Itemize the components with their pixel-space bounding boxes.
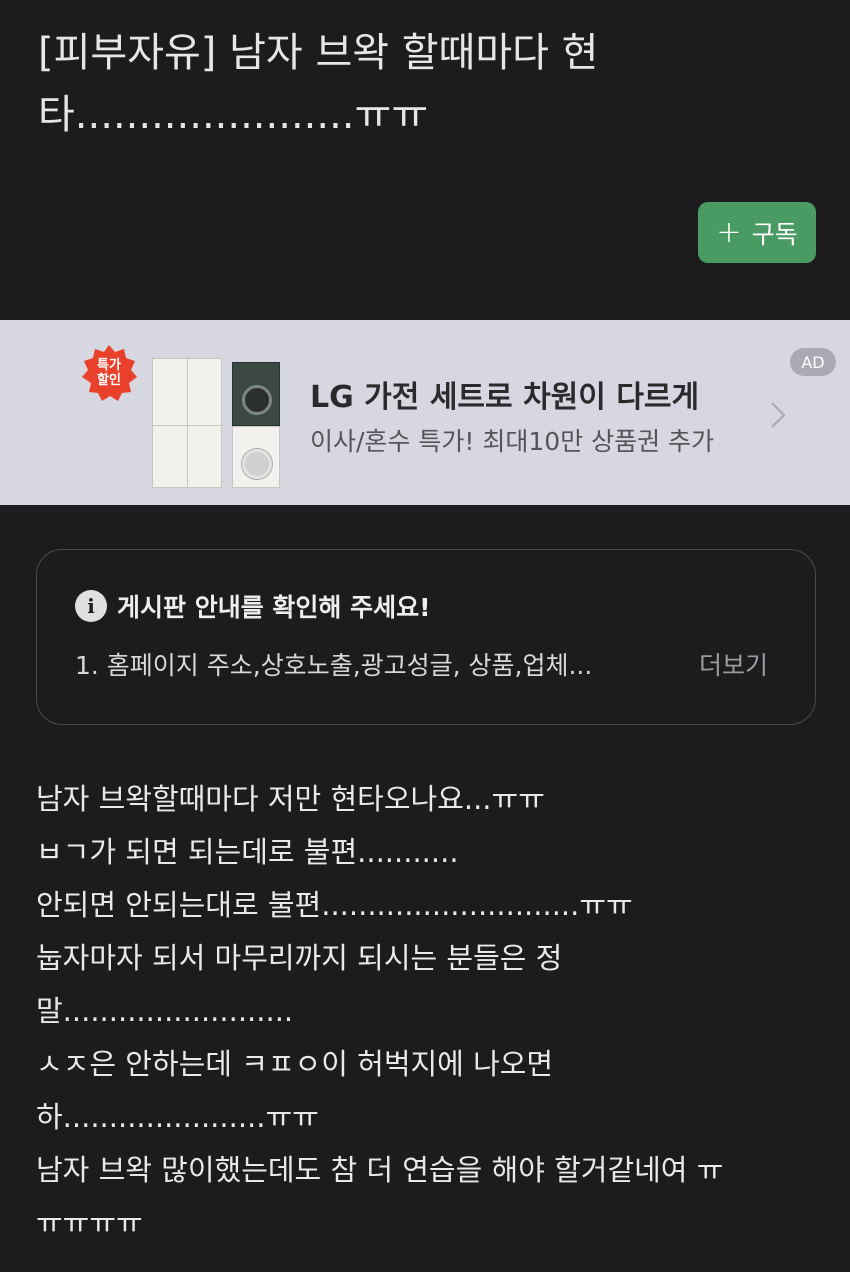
plus-icon: + xyxy=(716,214,742,250)
washer-dryer-image xyxy=(232,362,280,488)
subscribe-label: 구독 xyxy=(751,219,798,249)
content-line: 하......................ㅠㅠ xyxy=(36,1100,319,1134)
content-line: ㅠㅠㅠㅠ xyxy=(36,1206,143,1240)
sale-badge-icon: 특가 할인 xyxy=(80,344,138,402)
refrigerator-image xyxy=(152,358,223,489)
content-line: 남자 브왁 많이했는데도 참 더 연습을 해야 할거같네여 ㅠ xyxy=(36,1153,724,1187)
notice-body: 1. 홈페이지 주소,상호노출,광고성글, 상품,업체... xyxy=(75,651,593,680)
badge-line2: 할인 xyxy=(97,373,121,388)
product-image xyxy=(152,358,280,489)
post-title-line2: 타......................ㅠㅠ xyxy=(38,92,429,138)
badge-line1: 특가 xyxy=(97,358,121,373)
content-line: 말......................... xyxy=(36,994,294,1028)
post-content: 남자 브왁할때마다 저만 현타오나요...ㅠㅠ ㅂㄱ가 되면 되는데로 불편..… xyxy=(36,773,816,1250)
post-title-line1: [피부자유] 남자 브왁 할때마다 현 xyxy=(38,30,599,76)
ad-banner[interactable]: 특가 할인 LG 가전 세트로 차원이 다르게 이사/혼수 특가! 최대10만 … xyxy=(0,320,850,505)
post-header: [피부자유] 남자 브왁 할때마다 현 타...................… xyxy=(0,0,850,320)
content-line: 남자 브왁할때마다 저만 현타오나요...ㅠㅠ xyxy=(36,782,545,816)
content-line: ㅅㅈ은 안하는데 ㅋㅍㅇ이 허벅지에 나오면 xyxy=(36,1047,554,1081)
info-icon: i xyxy=(75,590,107,622)
content-line: 눕자마자 되서 마무리까지 되시는 분들은 정 xyxy=(36,941,563,975)
notice-title: 게시판 안내를 확인해 주세요! xyxy=(117,593,431,622)
board-notice: i 게시판 안내를 확인해 주세요! 1. 홈페이지 주소,상호노출,광고성글,… xyxy=(36,549,816,725)
ad-text: LG 가전 세트로 차원이 다르게 이사/혼수 특가! 최대10만 상품권 추가 xyxy=(310,378,714,462)
post-title: [피부자유] 남자 브왁 할때마다 현 타...................… xyxy=(38,22,778,146)
more-button[interactable]: 더보기 xyxy=(699,646,768,682)
chevron-right-icon[interactable] xyxy=(768,400,788,430)
subscribe-button[interactable]: + 구독 xyxy=(698,202,816,263)
ad-subtitle: 이사/혼수 특가! 최대10만 상품권 추가 xyxy=(310,427,715,456)
ad-title: LG 가전 세트로 차원이 다르게 xyxy=(310,380,700,415)
content-line: ㅂㄱ가 되면 되는데로 불편........... xyxy=(36,835,459,869)
ad-tag: AD xyxy=(790,348,836,376)
content-line: 안되면 안되는대로 불편............................… xyxy=(36,888,633,922)
